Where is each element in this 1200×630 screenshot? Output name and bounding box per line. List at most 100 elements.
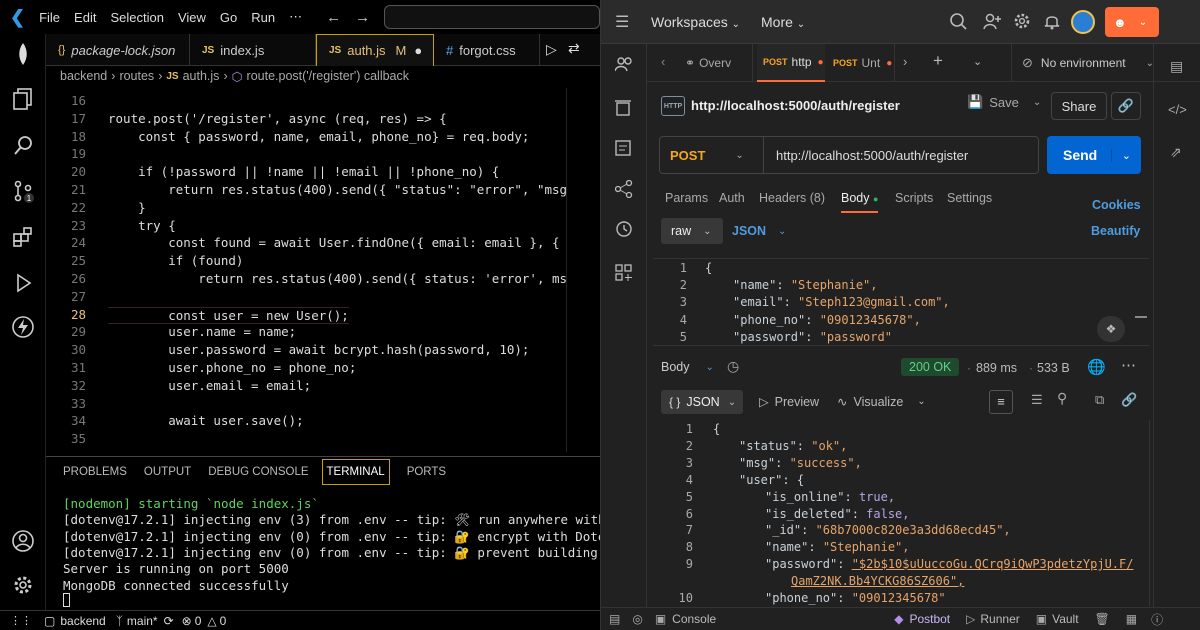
json-line[interactable]: "is_deleted": false, <box>765 507 910 521</box>
grid-icon[interactable]: ▦ <box>1126 612 1137 626</box>
breadcrumb-item[interactable]: auth.js <box>183 69 220 83</box>
flows-icon[interactable] <box>615 180 633 198</box>
new-tab-plus-icon[interactable]: + <box>933 51 943 71</box>
code-line[interactable]: user.password = await bcrypt.hash(passwo… <box>108 342 529 357</box>
invite-user-icon[interactable] <box>983 12 1001 30</box>
code-line[interactable]: route.post('/register', async (req, res)… <box>108 111 447 126</box>
sidebar-toggle-icon[interactable]: ▤ <box>609 612 620 626</box>
menu-edit[interactable]: Edit <box>74 10 96 25</box>
preview-button[interactable]: ▷ Preview <box>759 394 819 410</box>
back-arrow-icon[interactable]: ← <box>326 9 341 26</box>
globe-icon[interactable]: 🌐 <box>1087 358 1106 376</box>
filter-icon[interactable]: ☰ <box>1031 392 1043 408</box>
editor-scrollbar[interactable] <box>566 88 600 452</box>
tab-auth[interactable]: Auth <box>719 191 745 205</box>
explorer-icon[interactable] <box>8 84 38 114</box>
menu-view[interactable]: View <box>178 10 206 25</box>
beautify-link[interactable]: Beautify <box>1091 224 1140 238</box>
remote-icon[interactable]: ⋮⋮ <box>10 614 32 627</box>
cookies-link[interactable]: Cookies <box>1092 198 1141 212</box>
body-type-select[interactable]: JSON ⌄ <box>732 224 786 238</box>
chevron-left-icon[interactable]: ‹ <box>661 54 665 69</box>
json-line[interactable]: "password": "$2b$10$uUuccoGu.QCrq9iQwP3p… <box>765 557 1133 571</box>
forward-arrow-icon[interactable]: → <box>355 9 370 26</box>
code-line[interactable]: if (found) <box>108 253 243 268</box>
code-line[interactable]: } <box>108 200 146 215</box>
settings-gear-icon[interactable] <box>8 570 38 600</box>
run-debug-icon[interactable] <box>8 268 38 298</box>
source-control-icon[interactable]: 1 <box>8 176 38 206</box>
status-folder[interactable]: backend <box>60 614 105 628</box>
search-icon[interactable]: ⚲ <box>1057 390 1067 407</box>
share-button[interactable]: Share <box>1051 92 1107 120</box>
json-line[interactable]: "_id": "68b7000c820e3a3dd68ecd45", <box>765 523 1011 537</box>
compare-changes-icon[interactable]: ⇄ <box>568 40 580 57</box>
tab-output[interactable]: OUTPUT <box>144 466 191 478</box>
configure-sidebar-icon[interactable] <box>615 264 633 282</box>
online-status-icon[interactable]: ◎ <box>632 612 642 626</box>
more-options-icon[interactable]: ⋯ <box>1121 356 1136 374</box>
tab-params[interactable]: Params <box>665 191 708 205</box>
tab-problems[interactable]: PROBLEMS <box>63 466 127 478</box>
tab-terminal[interactable]: TERMINAL <box>321 458 390 485</box>
json-line[interactable]: "name": "Stephanie", <box>733 278 878 292</box>
history-icon[interactable]: ◷ <box>727 358 739 375</box>
json-line[interactable]: "email": "Steph123@gmail.com", <box>733 295 950 309</box>
method-select[interactable]: POST ⌄ <box>660 137 764 173</box>
request-title[interactable]: http://localhost:5000/auth/register <box>691 98 900 113</box>
code-line[interactable]: if (!password || !name || !email || !pho… <box>108 164 499 179</box>
postbot-link[interactable]: Postbot <box>909 612 950 626</box>
code-line[interactable]: user.email = email; <box>108 378 311 393</box>
code-snippet-icon[interactable]: </> <box>1168 102 1187 117</box>
chevron-right-icon[interactable]: › <box>903 54 907 69</box>
response-size[interactable]: 533 B <box>1037 361 1070 375</box>
menu-run[interactable]: Run <box>251 10 275 25</box>
status-code-badge[interactable]: 200 OK <box>901 358 960 376</box>
sync-icon[interactable]: ⟳ <box>164 614 174 628</box>
tab-overview[interactable]: ⚭ Overv <box>685 44 753 82</box>
mongodb-icon[interactable] <box>8 39 38 69</box>
wrap-lines-icon[interactable]: ≡ <box>989 390 1013 414</box>
help-icon[interactable]: ⓘ <box>1151 611 1163 628</box>
thunder-client-icon[interactable] <box>8 312 38 342</box>
code-line[interactable]: return res.status(400).send({ status: 'e… <box>108 271 566 286</box>
modified-dot-icon[interactable]: ● <box>414 43 422 58</box>
send-button[interactable]: Send ⌄ <box>1047 136 1141 174</box>
json-line[interactable]: "msg": "success", <box>739 456 862 470</box>
status-errors[interactable]: 0 <box>195 614 202 628</box>
account-icon[interactable] <box>8 526 38 556</box>
collections-trash-icon[interactable] <box>615 98 631 116</box>
documentation-icon[interactable]: ▤ <box>1170 58 1183 75</box>
terminal[interactable]: [nodemon] starting `node index.js` [doten… <box>46 492 600 608</box>
code-line[interactable]: user.phone_no = phone_no; <box>108 360 356 375</box>
request-body-editor[interactable]: 1 {2 "name": "Stephanie", 3 "email": "Steph1… <box>653 258 1149 346</box>
json-line[interactable]: "name": "Stephanie", <box>765 540 910 554</box>
json-line[interactable]: "is_online": true, <box>765 490 895 504</box>
tab-debug-console[interactable]: DEBUG CONSOLE <box>208 466 308 478</box>
code-line[interactable]: user.name = name; <box>108 324 296 339</box>
status-branch[interactable]: main* <box>127 614 158 628</box>
search-icon[interactable] <box>949 12 967 30</box>
trash-icon[interactable]: 🗑 <box>1095 612 1110 626</box>
json-line[interactable]: "password": "password" <box>733 330 892 344</box>
expand-icon[interactable]: ⇗ <box>1170 144 1182 161</box>
json-line[interactable]: { <box>705 261 712 275</box>
visualize-button[interactable]: ∿ Visualize ⌄ <box>837 394 926 410</box>
code-line[interactable]: try { <box>108 218 176 233</box>
runner-link[interactable]: Runner <box>980 612 1019 626</box>
menu-file[interactable]: File <box>39 10 60 25</box>
response-format-select[interactable]: { } JSON ⌄ <box>661 390 743 414</box>
chevron-down-icon[interactable]: ⌄ <box>1110 148 1131 162</box>
response-body-viewer[interactable]: 1 {2 "status": "ok", 3 "msg": "success", 4 "us… <box>653 420 1149 606</box>
json-line[interactable]: "phone_no": "09012345678" <box>765 591 946 605</box>
link-icon[interactable]: 🔗 <box>1121 392 1137 408</box>
notifications-bell-icon[interactable] <box>1043 12 1061 30</box>
hamburger-menu-icon[interactable]: ☰ <box>615 12 629 32</box>
vault-link[interactable]: Vault <box>1052 612 1078 626</box>
tab-ports[interactable]: PORTS <box>407 466 446 478</box>
search-icon[interactable] <box>8 130 38 160</box>
menu-selection[interactable]: Selection <box>110 10 163 25</box>
json-line[interactable]: { <box>713 422 720 436</box>
history-icon[interactable] <box>615 220 633 238</box>
tab-post-untitled[interactable]: POST Unt ● <box>827 44 895 82</box>
